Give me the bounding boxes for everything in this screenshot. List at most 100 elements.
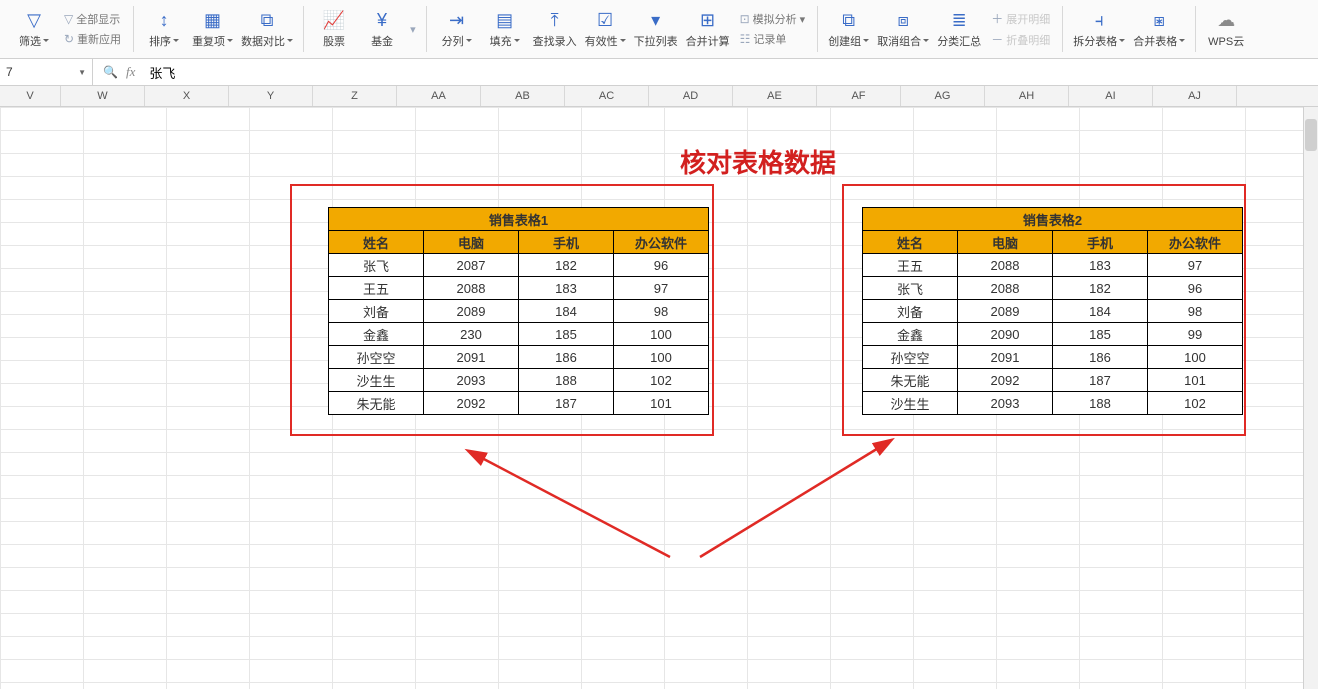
table-cell[interactable]: 96 [1148,277,1243,300]
table-cell[interactable]: 沙生生 [329,369,424,392]
table-cell[interactable]: 沙生生 [863,392,958,415]
col-header[interactable]: AD [649,86,733,106]
group-button[interactable]: ⧉ 创建组 [824,7,873,51]
col-header[interactable]: AC [565,86,649,106]
table-cell[interactable]: 刘备 [863,300,958,323]
table-cell[interactable]: 97 [1148,254,1243,277]
vertical-scrollbar[interactable] [1303,107,1318,689]
table-cell[interactable]: 张飞 [329,254,424,277]
find-input-button[interactable]: ⤒ 查找录入 [529,7,581,51]
table-cell[interactable]: 2087 [424,254,519,277]
table-cell[interactable]: 183 [519,277,614,300]
table-cell[interactable]: 2093 [424,369,519,392]
table-cell[interactable]: 184 [519,300,614,323]
fx-icon[interactable]: fx [126,64,135,80]
table-cell[interactable]: 99 [1148,323,1243,346]
col-header[interactable]: AA [397,86,481,106]
table-cell[interactable]: 188 [519,369,614,392]
table-cell[interactable]: 187 [1053,369,1148,392]
table-cell[interactable]: 2088 [424,277,519,300]
record-form-link[interactable]: ☷记录单 [738,29,789,49]
table-cell[interactable]: 2088 [958,277,1053,300]
spreadsheet-grid[interactable]: 核对表格数据 销售表格1 姓名 电脑 手机 办公软件 张飞208718296王五… [0,107,1318,689]
filter-button[interactable]: ▽ 筛选 [10,7,58,51]
table-cell[interactable]: 刘备 [329,300,424,323]
table-cell[interactable]: 2092 [424,392,519,415]
table-cell[interactable]: 184 [1053,300,1148,323]
table-cell[interactable]: 183 [1053,254,1148,277]
table-cell[interactable]: 98 [614,300,709,323]
reapply-link[interactable]: ↻重新应用 [62,29,123,49]
table-cell[interactable]: 97 [614,277,709,300]
collapse-detail-link[interactable]: －折叠明细 [989,29,1052,50]
what-if-link[interactable]: ⊡模拟分析 ▾ [738,9,808,29]
scrollbar-thumb[interactable] [1305,119,1317,151]
table-cell[interactable]: 孙空空 [329,346,424,369]
table-cell[interactable]: 2093 [958,392,1053,415]
name-box[interactable]: 7 ▼ [0,59,93,85]
sort-button[interactable]: ↕ 排序 [140,7,188,51]
table-cell[interactable]: 孙空空 [863,346,958,369]
table-cell[interactable]: 185 [519,323,614,346]
table-cell[interactable]: 100 [614,323,709,346]
table-cell[interactable]: 102 [1148,392,1243,415]
table-cell[interactable]: 188 [1053,392,1148,415]
table-cell[interactable]: 2090 [958,323,1053,346]
expand-detail-link[interactable]: ＋展开明细 [989,8,1052,29]
show-all-link[interactable]: ▽全部显示 [62,9,122,29]
table-cell[interactable]: 2089 [424,300,519,323]
col-header[interactable]: AH [985,86,1069,106]
col-header[interactable]: Z [313,86,397,106]
zoom-icon[interactable]: 🔍 [103,65,118,79]
table-cell[interactable]: 101 [614,392,709,415]
split-table-button[interactable]: ⫞ 拆分表格 [1069,7,1129,51]
wps-cloud-button[interactable]: ☁ WPS云 [1202,7,1250,51]
funds-button[interactable]: ¥ 基金 [358,7,406,51]
table-cell[interactable]: 102 [614,369,709,392]
stocks-button[interactable]: 📈 股票 [310,7,358,51]
col-header[interactable]: AG [901,86,985,106]
consolidate-button[interactable]: ⊞ 合并计算 [682,7,734,51]
col-header[interactable]: AB [481,86,565,106]
validation-button[interactable]: ☑ 有效性 [581,7,630,51]
col-header[interactable]: AJ [1153,86,1237,106]
table-cell[interactable]: 185 [1053,323,1148,346]
dropdown-list-button[interactable]: ▾ 下拉列表 [630,7,682,51]
col-header[interactable]: AE [733,86,817,106]
table-cell[interactable]: 100 [1148,346,1243,369]
col-header[interactable]: AF [817,86,901,106]
table-cell[interactable]: 王五 [863,254,958,277]
table-cell[interactable]: 2088 [958,254,1053,277]
more-datatype-button[interactable]: ▾ [406,23,420,36]
table-cell[interactable]: 186 [519,346,614,369]
table-cell[interactable]: 朱无能 [329,392,424,415]
table-cell[interactable]: 98 [1148,300,1243,323]
table-cell[interactable]: 2091 [958,346,1053,369]
text-to-columns-button[interactable]: ⇥ 分列 [433,7,481,51]
col-header[interactable]: X [145,86,229,106]
ungroup-button[interactable]: ⧈ 取消组合 [873,7,933,51]
table-cell[interactable]: 朱无能 [863,369,958,392]
table-cell[interactable]: 100 [614,346,709,369]
data-compare-button[interactable]: ⧉ 数据对比 [237,7,297,51]
table-cell[interactable]: 金鑫 [863,323,958,346]
table-cell[interactable]: 101 [1148,369,1243,392]
table-cell[interactable]: 187 [519,392,614,415]
table-cell[interactable]: 2089 [958,300,1053,323]
table-cell[interactable]: 186 [1053,346,1148,369]
col-header[interactable]: Y [229,86,313,106]
col-header[interactable]: V [0,86,61,106]
table-cell[interactable]: 2092 [958,369,1053,392]
formula-input[interactable] [145,59,1318,85]
table-cell[interactable]: 金鑫 [329,323,424,346]
table-cell[interactable]: 2091 [424,346,519,369]
merge-table-button[interactable]: ⧆ 合并表格 [1129,7,1189,51]
dedup-button[interactable]: ▦ 重复项 [188,7,237,51]
subtotal-button[interactable]: ≣ 分类汇总 [933,7,985,51]
table-cell[interactable]: 230 [424,323,519,346]
col-header[interactable]: W [61,86,145,106]
table-cell[interactable]: 张飞 [863,277,958,300]
col-header[interactable]: AI [1069,86,1153,106]
table-cell[interactable]: 182 [519,254,614,277]
table-cell[interactable]: 王五 [329,277,424,300]
